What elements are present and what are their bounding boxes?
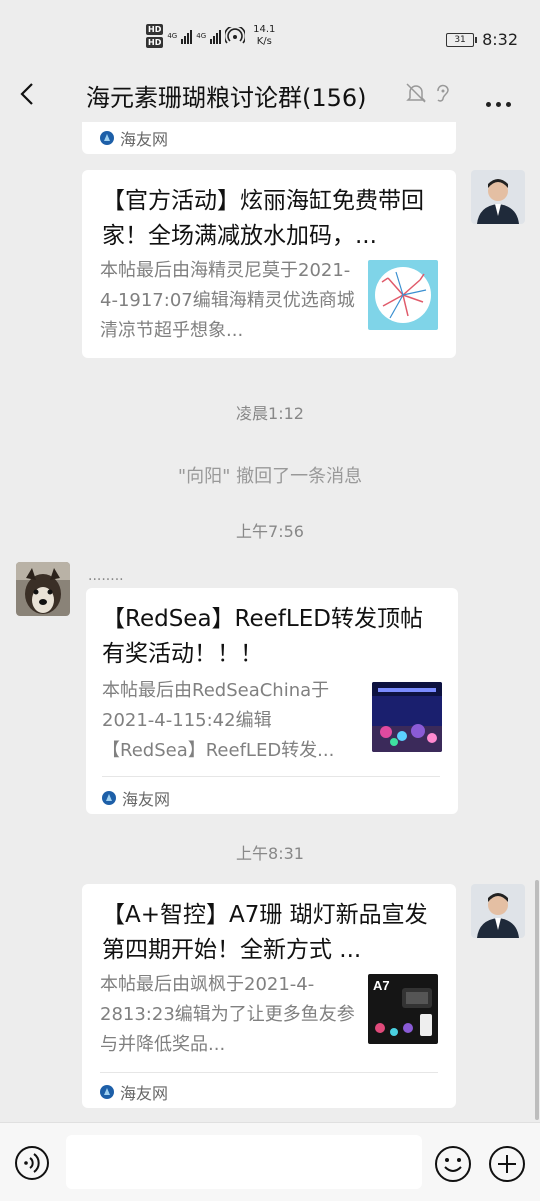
card-thumbnail	[368, 260, 438, 330]
recall-notice: "向阳" 撤回了一条消息	[177, 466, 363, 487]
card-source: 海友网	[102, 786, 170, 810]
timestamp: 凌晨1:12	[236, 404, 304, 423]
signal-group: HD HD 4G 4G 14.1 K/s	[146, 24, 275, 48]
signal-icon	[181, 28, 193, 44]
clock: 8:32	[482, 30, 518, 49]
status-bar: HD HD 4G 4G 14.1 K/s 31 8:32	[0, 0, 540, 72]
voice-input-icon[interactable]	[14, 1145, 50, 1181]
message-input[interactable]	[66, 1135, 422, 1189]
chat-header: 海元素珊瑚粮讨论群(156)	[0, 72, 540, 122]
hd-badge: HD	[146, 37, 164, 48]
emoji-icon[interactable]	[434, 1145, 472, 1183]
hd-badge: HD	[146, 24, 164, 35]
hd-badges: HD HD	[146, 24, 164, 48]
link-card[interactable]: 【A+智控】A7珊 瑚灯新品宣发 第四期开始！全新方式 ... 本帖最后由飒枫于…	[82, 884, 456, 1108]
battery-icon: 31	[446, 32, 478, 47]
speed-unit: K/s	[256, 36, 272, 47]
signal-icon	[210, 28, 222, 44]
avatar[interactable]	[471, 884, 525, 938]
link-card[interactable]: 海友网	[82, 122, 456, 154]
source-logo-icon	[100, 1085, 114, 1099]
card-description: 本帖最后由RedSeaChina于2021-4-115:42编辑【RedSea】…	[102, 680, 335, 761]
timestamp: 上午8:31	[236, 844, 304, 863]
avatar[interactable]	[471, 170, 525, 224]
sender-nickname: ........	[88, 568, 124, 584]
network-type: 4G	[196, 32, 207, 40]
link-card[interactable]: 【官方活动】炫丽海缸免费带回家！全场满减放水加码，... 本帖最后由海精灵尼莫于…	[82, 170, 456, 358]
plus-icon[interactable]	[488, 1145, 526, 1183]
input-bar	[0, 1122, 540, 1201]
card-source: 海友网	[100, 126, 168, 150]
card-source: 海友网	[100, 1080, 168, 1104]
more-options-icon[interactable]	[486, 92, 516, 107]
hotspot-icon	[225, 27, 246, 44]
earpiece-icon	[437, 84, 449, 102]
scrollbar[interactable]	[535, 880, 539, 1120]
source-name: 海友网	[122, 790, 171, 809]
source-name: 海友网	[120, 130, 169, 149]
status-right: 31 8:32	[446, 30, 518, 49]
mute-bell-icon	[406, 83, 426, 103]
avatar[interactable]	[16, 562, 70, 616]
card-thumbnail: A7	[368, 974, 438, 1044]
card-thumbnail	[372, 682, 442, 752]
card-divider	[102, 776, 440, 777]
card-title: 【A+智控】A7珊 瑚灯新品宣发 第四期开始！全新方式 ...	[102, 902, 428, 963]
card-description: 本帖最后由飒枫于2021-4-2813:23编辑为了让更多鱼友参与并降低奖品..…	[100, 974, 355, 1055]
card-divider	[100, 1072, 438, 1073]
back-icon[interactable]	[14, 80, 42, 108]
card-title: 【官方活动】炫丽海缸免费带回家！全场满减放水加码，...	[102, 188, 424, 249]
card-title: 【RedSea】ReefLED转发顶帖有奖活动！！！	[102, 606, 423, 667]
thumbnail-label: A7	[373, 978, 390, 993]
chat-area: 海友网 【官方活动】炫丽海缸免费带回家！全场满减放水加码，... 本帖最后由海精…	[0, 122, 540, 1122]
network-type: 4G	[167, 32, 178, 40]
link-card[interactable]: 【RedSea】ReefLED转发顶帖有奖活动！！！ 本帖最后由RedSeaCh…	[86, 588, 458, 814]
card-description: 本帖最后由海精灵尼莫于2021-4-1917:07编辑海精灵优选商城清凉节超乎想…	[100, 260, 355, 341]
source-name: 海友网	[120, 1084, 169, 1103]
chat-title: 海元素珊瑚粮讨论群(156)	[86, 84, 367, 112]
source-logo-icon	[100, 131, 114, 145]
timestamp: 上午7:56	[236, 522, 304, 541]
network-speed: 14.1 K/s	[253, 24, 275, 48]
speed-value: 14.1	[253, 24, 276, 35]
source-logo-icon	[102, 791, 116, 805]
